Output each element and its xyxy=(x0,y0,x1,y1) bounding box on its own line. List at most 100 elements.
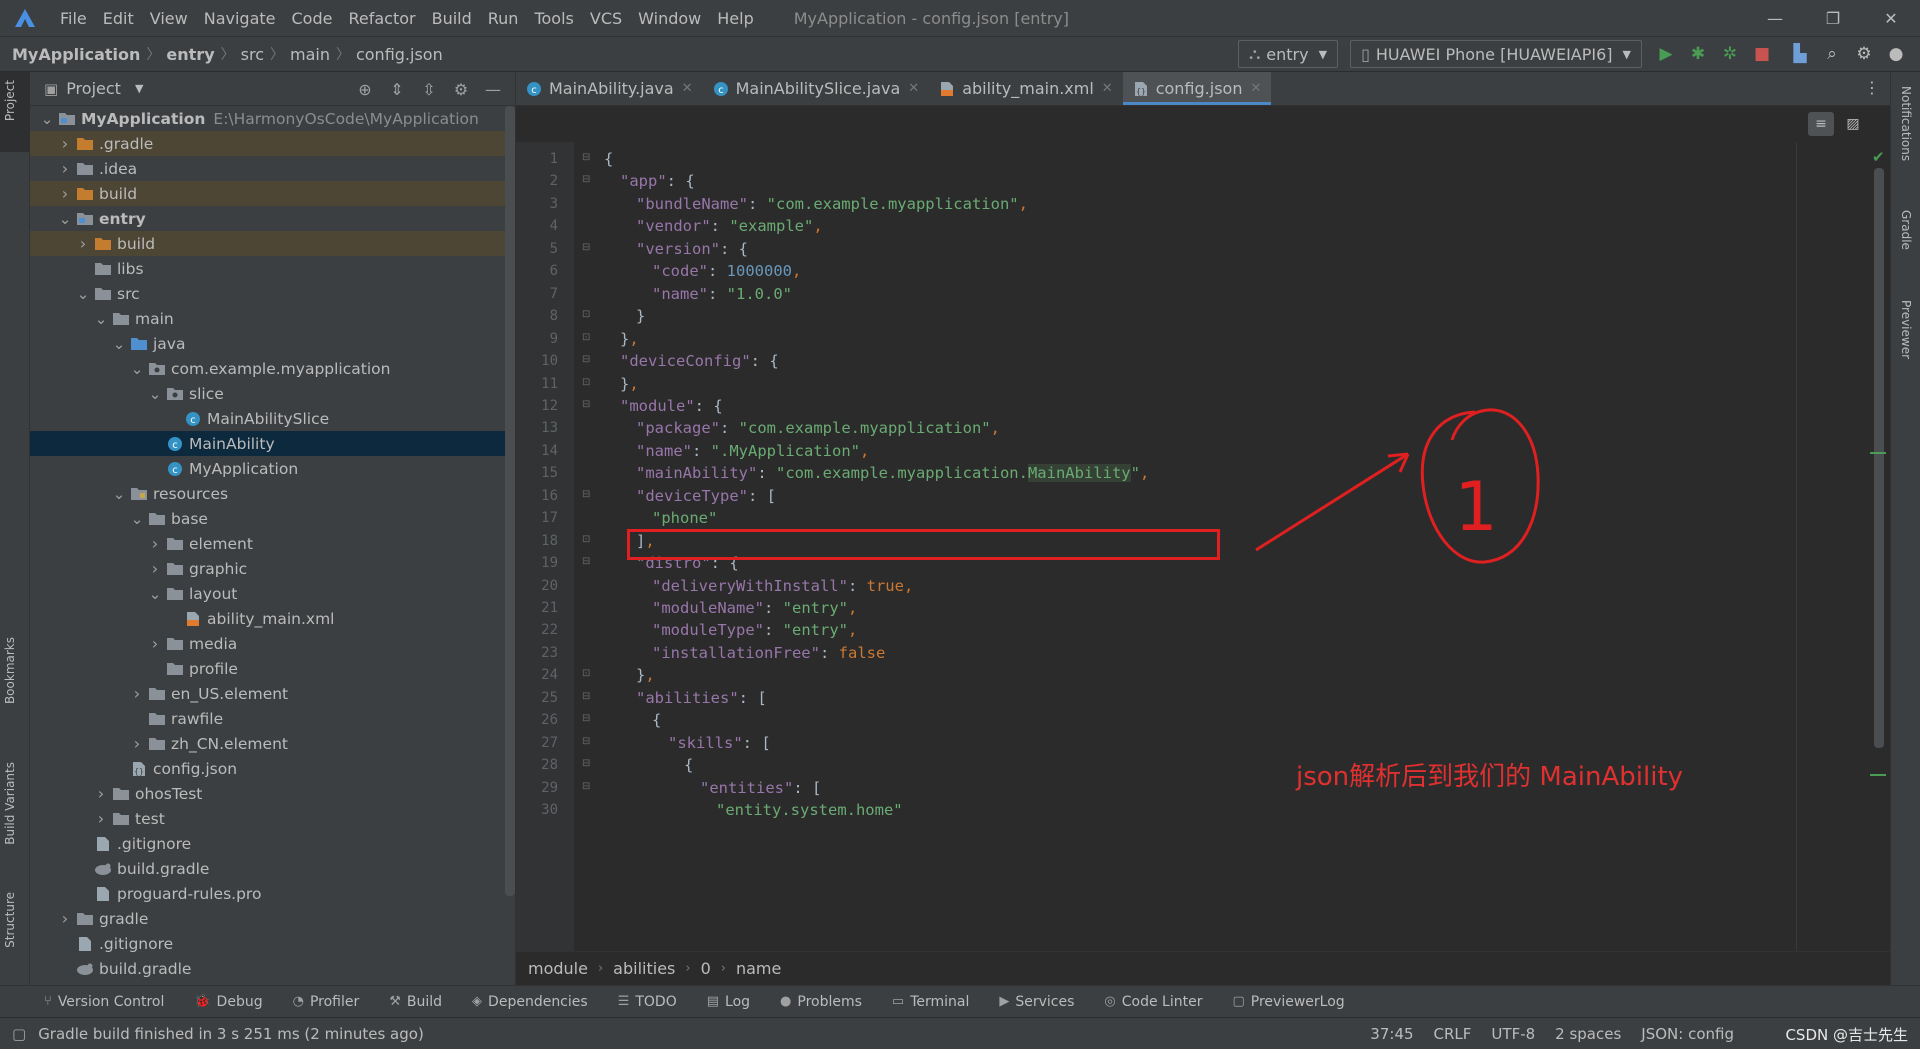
fold-open-icon[interactable]: ⊟ xyxy=(582,691,590,702)
editor-tab[interactable]: {} config.json ✕ xyxy=(1122,72,1272,105)
notifications-tab[interactable]: Notifications xyxy=(1899,86,1913,161)
chevron-down-icon[interactable]: ⌄ xyxy=(74,286,92,301)
scrollbar-thumb[interactable] xyxy=(1874,168,1884,748)
chevron-right-icon[interactable]: › xyxy=(128,684,146,703)
editor-breadcrumb-item[interactable]: 0 xyxy=(701,959,711,978)
chevron-right-icon[interactable]: › xyxy=(146,534,164,553)
minimize-button[interactable]: — xyxy=(1746,0,1804,36)
editor-breadcrumb-item[interactable]: name xyxy=(736,959,781,978)
close-window-button[interactable]: ✕ xyxy=(1862,0,1920,36)
toolwindow-button[interactable]: ▢ PreviewerLog xyxy=(1232,994,1344,1010)
tree-node[interactable]: › element xyxy=(30,531,506,556)
chevron-down-icon[interactable]: ⌄ xyxy=(38,111,56,126)
fold-open-icon[interactable]: ⊟ xyxy=(582,399,590,410)
run-config-select[interactable]: ⛬ entry ▼ xyxy=(1238,40,1339,68)
fold-open-icon[interactable]: ⊟ xyxy=(582,489,590,500)
status-message[interactable]: Gradle build finished in 3 s 251 ms (2 m… xyxy=(38,1025,424,1043)
chevron-right-icon[interactable]: › xyxy=(74,234,92,253)
gradle-tab[interactable]: Gradle xyxy=(1899,210,1913,250)
tree-node[interactable]: c MainAbility xyxy=(30,431,506,456)
tree-node[interactable]: › .idea xyxy=(30,156,506,181)
fold-open-icon[interactable]: ⊟ xyxy=(582,781,590,792)
chevron-right-icon[interactable]: › xyxy=(146,634,164,653)
fold-close-icon[interactable]: ⊡ xyxy=(582,668,590,679)
chevron-down-icon[interactable]: ⌄ xyxy=(128,511,146,526)
toolwindow-button[interactable]: ◎ Code Linter xyxy=(1104,994,1202,1010)
chevron-down-icon[interactable]: ⌄ xyxy=(146,386,164,401)
tree-node[interactable]: proguard-rules.pro xyxy=(30,881,506,906)
project-panel-title[interactable]: Project xyxy=(66,79,121,98)
indent-setting[interactable]: 2 spaces xyxy=(1555,1025,1621,1043)
chevron-right-icon[interactable]: › xyxy=(56,909,74,928)
tree-node[interactable]: › test xyxy=(30,806,506,831)
breadcrumb-item[interactable]: main xyxy=(290,45,330,64)
tree-node[interactable]: build.gradle xyxy=(30,856,506,881)
project-stripe-button[interactable]: Project xyxy=(0,72,30,152)
settings-gear-icon[interactable]: ⚙ xyxy=(1848,40,1880,68)
stop-icon[interactable]: ■ xyxy=(1746,40,1778,68)
toolwindow-button[interactable]: ◈ Dependencies xyxy=(472,994,588,1010)
tree-node[interactable]: c MainAbilitySlice xyxy=(30,406,506,431)
search-icon[interactable]: ⌕ xyxy=(1816,40,1848,68)
tree-node[interactable]: › en_US.element xyxy=(30,681,506,706)
restore-button[interactable]: ❐ xyxy=(1804,0,1862,36)
tree-node[interactable]: ⌄ main xyxy=(30,306,506,331)
toolwindow-button[interactable]: ● Problems xyxy=(780,994,862,1010)
tree-node[interactable]: .gitignore xyxy=(30,831,506,856)
toolwindow-button[interactable]: ▤ Log xyxy=(707,994,750,1010)
tree-node[interactable]: ⌄ layout xyxy=(30,581,506,606)
settings-gear-icon[interactable]: ⚙ xyxy=(445,77,477,101)
chevron-right-icon[interactable]: › xyxy=(56,159,74,178)
chevron-right-icon[interactable]: › xyxy=(128,734,146,753)
menu-item-edit[interactable]: Edit xyxy=(103,9,134,28)
tree-node[interactable]: c MyApplication xyxy=(30,456,506,481)
fold-close-icon[interactable]: ⊡ xyxy=(582,534,590,545)
editor-scrollbar[interactable]: ✔ xyxy=(1868,142,1890,951)
toolwindow-button[interactable]: 🐞 Debug xyxy=(194,994,262,1010)
tree-node[interactable]: ability_main.xml xyxy=(30,606,506,631)
debug-icon[interactable]: ✱ xyxy=(1682,40,1714,68)
chevron-down-icon[interactable]: ⌄ xyxy=(110,486,128,501)
editor-tab[interactable]: c MainAbilitySlice.java ✕ xyxy=(703,72,930,105)
fold-close-icon[interactable]: ⊡ xyxy=(582,332,590,343)
tree-node[interactable]: ⌄ MyApplication E:\HarmonyOsCode\MyApplica… xyxy=(30,106,506,131)
close-icon[interactable]: ✕ xyxy=(682,81,693,96)
tree-node[interactable]: › graphic xyxy=(30,556,506,581)
breadcrumb-item[interactable]: entry xyxy=(166,45,214,64)
fold-open-icon[interactable]: ⊟ xyxy=(582,354,590,365)
tree-node[interactable]: build.gradle xyxy=(30,956,506,981)
toggle-tool-windows-icon[interactable]: ▢ xyxy=(12,1025,26,1043)
tree-node[interactable]: ⌄ base xyxy=(30,506,506,531)
reader-mode-icon[interactable]: ≡ xyxy=(1808,112,1834,136)
menu-item-refactor[interactable]: Refactor xyxy=(348,9,415,28)
chevron-down-icon[interactable]: ⌄ xyxy=(92,311,110,326)
tree-node[interactable]: › build xyxy=(30,231,506,256)
fold-close-icon[interactable]: ⊡ xyxy=(582,309,590,320)
attach-debugger-icon[interactable]: ✲ xyxy=(1714,40,1746,68)
fold-open-icon[interactable]: ⊟ xyxy=(582,736,590,747)
previewer-tab[interactable]: Previewer xyxy=(1899,300,1913,359)
chevron-down-icon[interactable]: ⌄ xyxy=(146,586,164,601)
preview-icon[interactable]: ▨ xyxy=(1840,112,1866,136)
tree-node[interactable]: ⌄ resources xyxy=(30,481,506,506)
bookmarks-tab[interactable]: Bookmarks xyxy=(3,637,17,704)
caret-position[interactable]: 37:45 xyxy=(1370,1025,1413,1043)
build-variants-tab[interactable]: Build Variants xyxy=(3,762,17,845)
tree-node[interactable]: › ohosTest xyxy=(30,781,506,806)
line-separator[interactable]: CRLF xyxy=(1434,1025,1472,1043)
toolwindow-button[interactable]: ⑂ Version Control xyxy=(44,994,164,1010)
menu-item-tools[interactable]: Tools xyxy=(534,9,573,28)
editor-breadcrumb-item[interactable]: module xyxy=(528,959,588,978)
editor-tab[interactable]: ability_main.xml ✕ xyxy=(929,72,1123,105)
chevron-right-icon[interactable]: › xyxy=(92,809,110,828)
toolwindow-button[interactable]: ▶ Services xyxy=(999,994,1074,1010)
chevron-down-icon[interactable]: ⌄ xyxy=(56,211,74,226)
fold-open-icon[interactable]: ⊟ xyxy=(582,758,590,769)
chevron-down-icon[interactable]: ⌄ xyxy=(128,361,146,376)
structure-tab[interactable]: Structure xyxy=(3,892,17,948)
tree-node[interactable]: ⌄ slice xyxy=(30,381,506,406)
breadcrumb-item[interactable]: src xyxy=(241,45,264,64)
menu-item-help[interactable]: Help xyxy=(717,9,753,28)
toolwindow-button[interactable]: ◔ Profiler xyxy=(293,994,360,1010)
tree-node[interactable]: › zh_CN.element xyxy=(30,731,506,756)
